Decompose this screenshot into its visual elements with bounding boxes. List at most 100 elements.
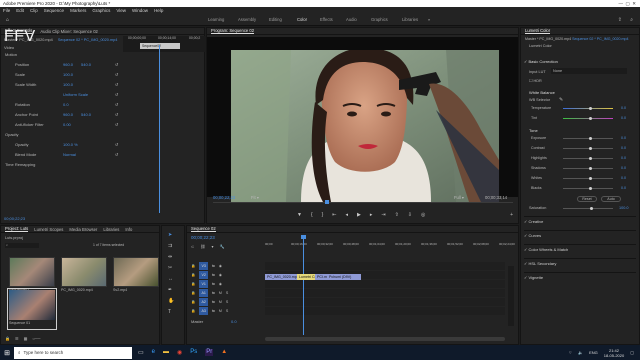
track-header[interactable]: 🔒 A1 ⇆ M S bbox=[191, 289, 263, 297]
lumetri-slider[interactable] bbox=[563, 167, 613, 170]
more-workspaces-icon[interactable]: » bbox=[428, 17, 430, 22]
slider-value[interactable]: 0.0 bbox=[621, 136, 626, 140]
track-header[interactable]: 🔒 V1 ⇆ ◉ bbox=[191, 280, 263, 288]
go-to-out-icon[interactable]: ⇥ bbox=[381, 212, 385, 218]
effect-row[interactable]: Position 960.0 540.0 ↺ bbox=[1, 62, 123, 68]
slip-tool-icon[interactable]: ↔ bbox=[168, 276, 174, 282]
slider-value[interactable]: 0.0 bbox=[621, 146, 626, 150]
icon-view-icon[interactable]: ▦ bbox=[24, 336, 28, 341]
play-icon[interactable]: ▶ bbox=[357, 212, 361, 218]
menu-markers[interactable]: Markers bbox=[70, 8, 86, 13]
solo-icon[interactable]: S bbox=[226, 289, 228, 297]
effect-row[interactable]: Time Remapping bbox=[1, 162, 123, 168]
export-frame-icon[interactable]: ◎ bbox=[421, 212, 425, 218]
home-icon[interactable]: ⌂ bbox=[6, 17, 9, 23]
reset-icon[interactable]: ↺ bbox=[115, 72, 118, 78]
tab-info[interactable]: Info bbox=[125, 227, 132, 232]
lumetri-section-header[interactable]: ✓ Creative bbox=[524, 216, 636, 226]
effect-row[interactable]: Scale 100.0 ↺ bbox=[1, 72, 123, 78]
project-item[interactable]: Sv2.mp4 bbox=[113, 257, 159, 297]
timeline-timecode[interactable]: 00;00;22;23 bbox=[191, 235, 215, 240]
effect-row[interactable]: Anti-flicker Filter 0.00 ↺ bbox=[1, 122, 123, 128]
track-header[interactable]: 🔒 V3 ⇆ ◉ bbox=[191, 262, 263, 270]
timeline-playhead[interactable] bbox=[303, 235, 304, 335]
effect-row-value[interactable]: 960.0 bbox=[63, 62, 73, 68]
lumetri-section-header[interactable]: ✓ Curves bbox=[524, 230, 636, 240]
razor-tool-icon[interactable]: ✂ bbox=[168, 265, 174, 271]
track-sync-icon[interactable]: ⇆ bbox=[212, 298, 215, 306]
project-search-input[interactable]: ⌕ bbox=[5, 243, 39, 248]
effect-row-value[interactable]: 100.0 bbox=[63, 82, 73, 88]
effect-row-value[interactable]: 100.0 bbox=[63, 72, 73, 78]
sequence-clip-label[interactable]: Sequence 02 * PC_IMG_0020.mp4 bbox=[58, 38, 118, 42]
timeline-clip[interactable]: PC_IMG_0020.mp4 bbox=[265, 274, 297, 280]
reset-icon[interactable]: ↺ bbox=[115, 152, 118, 158]
slider-value[interactable]: 0.0 bbox=[621, 176, 626, 180]
effect-row[interactable]: Rotation 0.0 ↺ bbox=[1, 102, 123, 108]
effect-row[interactable]: Anchor Point 960.0 540.0 ↺ bbox=[1, 112, 123, 118]
workspace-audio[interactable]: Audio bbox=[346, 17, 357, 22]
timeline-clip[interactable]: Lumetri Color bbox=[297, 274, 315, 280]
hdr-checkbox[interactable]: ☐ HDR bbox=[529, 78, 542, 83]
menu-edit[interactable]: Edit bbox=[16, 8, 24, 13]
slider-knob[interactable] bbox=[589, 167, 593, 170]
slider-knob[interactable] bbox=[589, 187, 593, 190]
track-lane[interactable] bbox=[265, 307, 505, 315]
track-header[interactable]: 🔒 V2 ⇆ ◉ bbox=[191, 271, 263, 279]
tab-sequence-02[interactable]: Sequence 02 bbox=[191, 226, 216, 232]
step-back-icon[interactable]: ◂ bbox=[346, 212, 349, 218]
list-view-icon[interactable]: ☰ bbox=[15, 336, 19, 341]
lumetri-section-header[interactable]: ✓ Color Wheels & Match bbox=[524, 244, 636, 254]
timeline-scrollbar[interactable] bbox=[265, 337, 505, 341]
saturation-value[interactable]: 100.0 bbox=[619, 206, 629, 210]
lumetri-slider[interactable] bbox=[563, 177, 613, 180]
reset-icon[interactable]: ↺ bbox=[115, 112, 118, 118]
selection-tool-icon[interactable]: ➤ bbox=[168, 232, 174, 238]
wrench-icon[interactable]: 🔧 bbox=[219, 244, 224, 249]
tab-project[interactable]: Project: Luts bbox=[5, 226, 29, 232]
effect-row-value[interactable]: 100.0 % bbox=[63, 142, 78, 148]
hand-tool-icon[interactable]: ✋ bbox=[168, 298, 174, 304]
basic-correction-header[interactable]: ✓ Basic Correction bbox=[524, 59, 558, 64]
track-lock-icon[interactable]: 🔒 bbox=[191, 262, 195, 270]
ripple-edit-icon[interactable]: ⇹ bbox=[168, 254, 174, 260]
reset-icon[interactable]: ↺ bbox=[115, 122, 118, 128]
track-sync-icon[interactable]: ⇆ bbox=[212, 262, 215, 270]
effect-row-value[interactable]: 960.0 bbox=[63, 112, 73, 118]
reset-icon[interactable]: ↺ bbox=[115, 142, 118, 148]
effect-row[interactable]: Opacity 100.0 % ↺ bbox=[1, 142, 123, 148]
edge-icon[interactable]: e bbox=[152, 349, 155, 356]
fit-dropdown[interactable]: Fit ▾ bbox=[251, 195, 259, 200]
reset-icon[interactable]: ↺ bbox=[115, 82, 118, 88]
track-header[interactable]: 🔒 A3 ⇆ M S bbox=[191, 307, 263, 315]
linked-selection-icon[interactable]: ⛓ bbox=[200, 244, 205, 249]
mute-icon[interactable]: M bbox=[219, 298, 222, 306]
volume-icon[interactable]: 🔈 bbox=[578, 350, 583, 355]
workspace-libraries[interactable]: Libraries bbox=[402, 17, 418, 22]
mark-in-icon[interactable]: { bbox=[311, 212, 313, 218]
step-forward-icon[interactable]: ▸ bbox=[370, 212, 373, 218]
master-track-value[interactable]: 0.0 bbox=[231, 319, 237, 324]
reset-button[interactable]: Reset bbox=[577, 196, 597, 202]
track-lock-icon[interactable]: 🔒 bbox=[191, 298, 195, 306]
track-sync-icon[interactable]: ⇆ bbox=[212, 307, 215, 315]
add-button-icon[interactable]: + bbox=[510, 212, 513, 218]
chrome-icon[interactable]: ◉ bbox=[177, 349, 182, 356]
extract-icon[interactable]: ⇩ bbox=[408, 212, 412, 218]
lumetri-section-header[interactable]: ✓ HSL Secondary bbox=[524, 258, 636, 268]
tab-libraries[interactable]: Libraries bbox=[103, 227, 119, 232]
tab-lumetri-color[interactable]: Lumetri Color bbox=[525, 28, 551, 34]
input-lut-dropdown[interactable]: None bbox=[551, 68, 627, 74]
tab-audio-clip-mixer[interactable]: Audio Clip Mixer: Sequence 02 bbox=[40, 29, 98, 34]
tab-program[interactable]: Program: Sequence 02 bbox=[211, 28, 255, 34]
menu-sequence[interactable]: Sequence bbox=[44, 8, 64, 13]
menu-help[interactable]: Help bbox=[154, 8, 163, 13]
slider-knob[interactable] bbox=[589, 147, 593, 150]
network-icon[interactable]: ⌔ bbox=[568, 350, 572, 356]
slider-value[interactable]: 0.0 bbox=[621, 186, 626, 190]
track-lane[interactable] bbox=[265, 298, 505, 306]
slider-knob[interactable] bbox=[589, 177, 593, 180]
effect-row-value[interactable]: 0.0 bbox=[63, 102, 69, 108]
solo-icon[interactable]: S bbox=[226, 298, 228, 306]
photoshop-icon[interactable]: Ps bbox=[190, 349, 197, 356]
